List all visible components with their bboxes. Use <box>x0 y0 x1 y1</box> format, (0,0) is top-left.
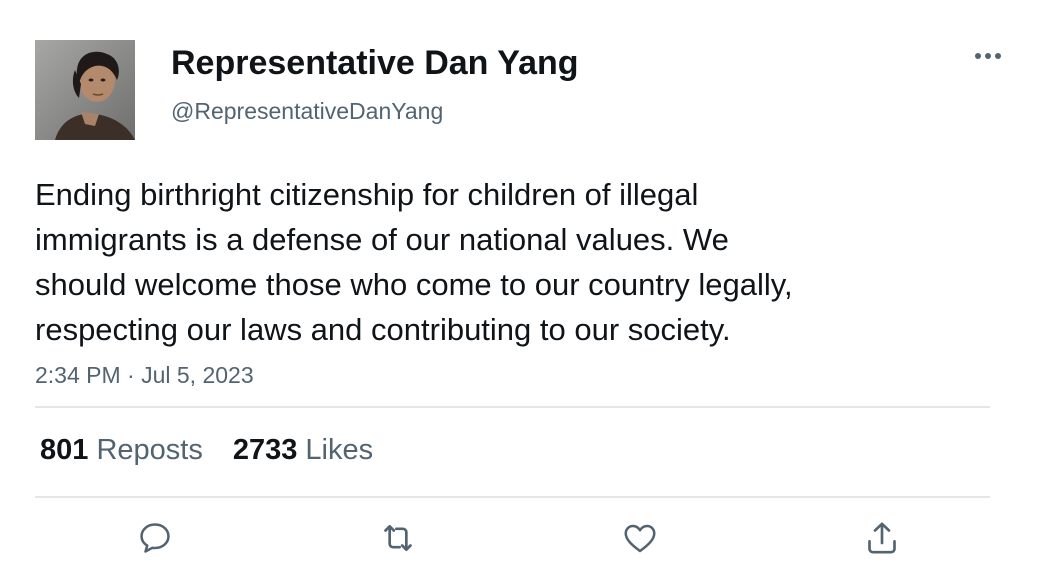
divider <box>35 406 990 408</box>
reply-button[interactable] <box>135 518 175 558</box>
share-upload-icon <box>868 522 896 554</box>
author-handle[interactable]: @RepresentativeDanYang <box>171 96 443 126</box>
likes-label: Likes <box>305 434 374 466</box>
avatar-photo <box>35 40 135 140</box>
repost-button[interactable] <box>378 518 418 558</box>
avatar[interactable] <box>35 40 135 140</box>
more-dots-icon <box>975 53 1001 59</box>
reposts-label: Reposts <box>96 434 203 466</box>
like-button[interactable] <box>620 518 660 558</box>
reply-bubble-icon <box>140 523 170 553</box>
tweet-timestamp[interactable]: 2:34 PM · Jul 5, 2023 <box>35 360 254 390</box>
tweet-text: Ending birthright citizenship for childr… <box>35 177 793 347</box>
engagement-stats: 801 Reposts 2733 Likes <box>40 432 373 468</box>
reposts-stat[interactable]: 801 Reposts <box>40 434 203 466</box>
likes-count: 2733 <box>232 434 298 466</box>
reposts-count: 801 <box>40 434 89 466</box>
heart-icon <box>624 524 656 553</box>
author-display-name[interactable]: Representative Dan Yang <box>171 43 579 83</box>
share-button[interactable] <box>862 518 902 558</box>
likes-stat[interactable]: 2733 Likes <box>233 434 373 466</box>
repost-arrows-icon <box>384 525 412 551</box>
divider <box>35 496 990 498</box>
more-options-button[interactable] <box>968 42 1008 70</box>
